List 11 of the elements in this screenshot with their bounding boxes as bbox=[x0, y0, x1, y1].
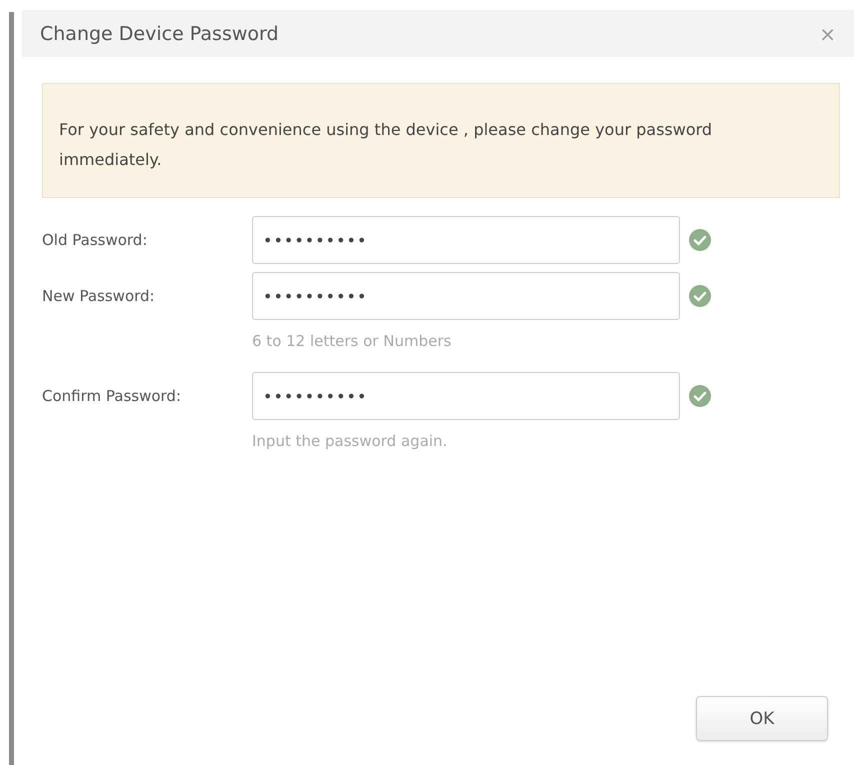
notice-message: For your safety and convenience using the device , please change your password immediately. bbox=[42, 83, 840, 198]
field-label: Old Password: bbox=[42, 231, 148, 249]
field-hint: 6 to 12 letters or Numbers bbox=[252, 332, 452, 350]
ok-button[interactable]: OK bbox=[696, 696, 828, 741]
password-field[interactable]: •••••••••• bbox=[252, 216, 680, 264]
password-field[interactable]: •••••••••• bbox=[252, 272, 680, 320]
field-label: New Password: bbox=[42, 287, 156, 305]
dialog-title: Change Device Password bbox=[40, 22, 279, 44]
password-field[interactable]: •••••••••• bbox=[252, 372, 680, 420]
field-label: Confirm Password: bbox=[42, 387, 182, 405]
field-hint: Input the password again. bbox=[252, 432, 448, 450]
